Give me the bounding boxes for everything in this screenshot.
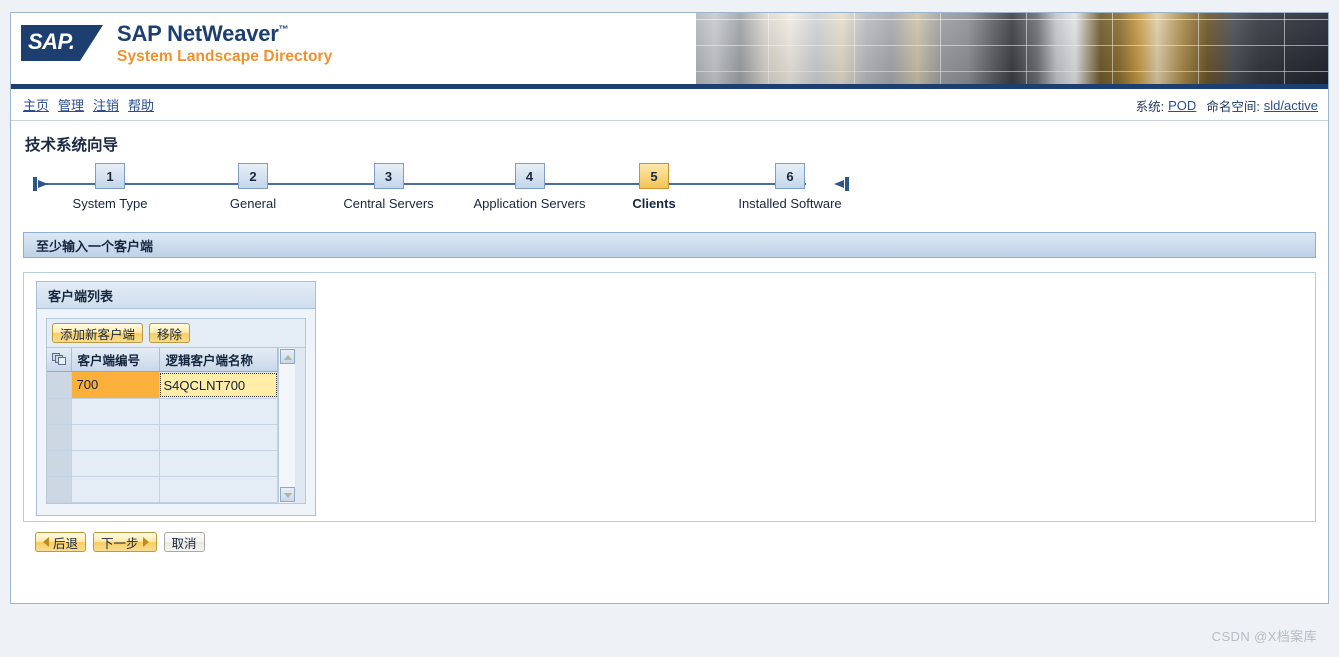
sap-logo-text: SAP. [28, 28, 75, 54]
scroll-up-button[interactable] [279, 349, 295, 364]
cell-logical-name[interactable] [159, 450, 278, 477]
client-list-toolbar: 添加新客户端 移除 [46, 318, 306, 347]
masthead-banner-image [696, 13, 1328, 84]
product-name: SAP NetWeaver™ [117, 21, 289, 46]
cell-logical-name[interactable] [159, 398, 278, 425]
context-info: 系统: POD 命名空间: sld/active [1136, 89, 1318, 121]
nav-link-logoff[interactable]: 注销 [93, 95, 119, 114]
table-row[interactable] [47, 450, 278, 477]
roadmap-step-installed-software[interactable]: 6 Installed Software [715, 163, 865, 211]
client-table-wrapper: 客户端编号 逻辑客户端名称 700 [46, 347, 306, 504]
application-frame: SAP. SAP NetWeaver™ System Landscape Dir… [10, 12, 1329, 604]
nav-link-home[interactable]: 主页 [23, 95, 49, 114]
branding: SAP. SAP NetWeaver™ System Landscape Dir… [21, 21, 332, 65]
roadmap-step-label: General [229, 196, 277, 211]
cell-client-number[interactable] [71, 450, 160, 477]
table-row[interactable]: 700 [47, 371, 278, 399]
table-row[interactable] [47, 424, 278, 451]
table-row[interactable] [47, 398, 278, 425]
cancel-button[interactable]: 取消 [163, 532, 205, 552]
row-select-cell[interactable] [47, 398, 72, 425]
client-list-panel: 客户端列表 添加新客户端 移除 客户端编号 逻辑客户端名称 700 S4QCLN… [36, 281, 316, 516]
roadmap-step-number[interactable]: 4 [514, 163, 545, 189]
row-select-cell[interactable] [47, 371, 72, 399]
trademark-mark: ™ [278, 24, 289, 36]
roadmap-step-number[interactable]: 2 [238, 163, 268, 189]
masthead: SAP. SAP NetWeaver™ System Landscape Dir… [11, 13, 1328, 89]
roadmap-step-number[interactable]: 3 [373, 163, 404, 189]
back-button-label: 后退 [53, 536, 79, 551]
cell-client-number[interactable] [71, 476, 160, 503]
roadmap-step-label: Installed Software [738, 196, 842, 211]
content-area: 技术系统向导 1 System Type 2 General 3 Central… [11, 121, 1328, 552]
roadmap-step-clients[interactable]: 5 Clients [593, 163, 715, 211]
top-navigation-bar: 主页 管理 注销 帮助 系统: POD 命名空间: sld/active [11, 89, 1328, 121]
roadmap-step-number[interactable]: 5 [639, 163, 669, 189]
column-header-logical-name[interactable]: 逻辑客户端名称 [159, 348, 278, 372]
roadmap-step-label: Central Servers [343, 196, 434, 211]
row-select-cell[interactable] [47, 476, 72, 503]
column-header-client-number[interactable]: 客户端编号 [71, 348, 160, 372]
system-label: 系统: [1135, 99, 1165, 114]
top-nav-links: 主页 管理 注销 帮助 [11, 95, 154, 114]
arrow-left-icon [43, 537, 49, 547]
sap-logo-icon: SAP. [21, 24, 103, 61]
roadmap-step-number[interactable]: 1 [95, 163, 125, 189]
cell-logical-name[interactable] [159, 424, 278, 451]
roadmap-step-general[interactable]: 2 General [195, 163, 311, 211]
multi-select-icon[interactable] [51, 353, 66, 366]
roadmap-step-label: Clients [632, 196, 676, 211]
scroll-down-button[interactable] [279, 486, 295, 502]
client-list-container: 客户端列表 添加新客户端 移除 客户端编号 逻辑客户端名称 700 S4QCLN… [23, 272, 1316, 522]
roadmap-step-application-servers[interactable]: 4 Application Servers [466, 163, 593, 211]
system-value-link[interactable]: POD [1168, 98, 1196, 113]
remove-client-button[interactable]: 移除 [149, 323, 191, 343]
select-all-column-header[interactable] [47, 348, 72, 372]
roadmap-step-number[interactable]: 6 [775, 163, 805, 189]
nav-link-administration[interactable]: 管理 [58, 95, 84, 114]
cell-logical-name[interactable] [159, 476, 278, 503]
page-root: SAP. SAP NetWeaver™ System Landscape Dir… [0, 0, 1339, 657]
next-button-label: 下一步 [101, 536, 139, 551]
namespace-label: 命名空间: [1206, 99, 1260, 114]
wizard-roadmap: 1 System Type 2 General 3 Central Server… [25, 163, 1316, 223]
back-button[interactable]: 后退 [35, 532, 87, 552]
namespace-value-link[interactable]: sld/active [1264, 98, 1318, 113]
watermark: CSDN @X档案库 [1211, 629, 1317, 644]
table-header-row: 客户端编号 逻辑客户端名称 [47, 348, 278, 372]
instruction-bar: 至少输入一个客户端 [23, 232, 1316, 258]
arrow-right-icon [142, 537, 149, 547]
add-new-client-button[interactable]: 添加新客户端 [52, 323, 144, 343]
table-row[interactable] [47, 476, 278, 503]
roadmap-step-central-servers[interactable]: 3 Central Servers [311, 163, 466, 211]
roadmap-step-label: Application Servers [473, 196, 586, 211]
client-list-title: 客户端列表 [37, 282, 315, 309]
cell-client-number[interactable] [71, 398, 160, 425]
logical-client-name-input[interactable] [159, 373, 277, 397]
cell-client-number[interactable]: 700 [71, 371, 160, 399]
cell-client-number[interactable] [71, 424, 160, 451]
client-table-scrollbar[interactable] [277, 348, 295, 503]
product-subtitle: System Landscape Directory [117, 47, 333, 65]
nav-link-help[interactable]: 帮助 [128, 95, 154, 114]
row-select-cell[interactable] [47, 424, 72, 451]
roadmap-steps: 1 System Type 2 General 3 Central Server… [25, 163, 865, 211]
client-list-body: 添加新客户端 移除 客户端编号 逻辑客户端名称 700 S4QCLNT700 [37, 309, 315, 515]
cell-logical-name[interactable] [159, 371, 278, 399]
page-title: 技术系统向导 [25, 137, 119, 154]
roadmap-step-system-type[interactable]: 1 System Type [25, 163, 195, 211]
client-table: 客户端编号 逻辑客户端名称 700 [47, 348, 278, 503]
row-select-cell[interactable] [47, 450, 72, 477]
next-button[interactable]: 下一步 [93, 532, 157, 552]
roadmap-step-label: System Type [72, 196, 148, 211]
wizard-footer-buttons: 后退 下一步 取消 [23, 522, 1316, 552]
